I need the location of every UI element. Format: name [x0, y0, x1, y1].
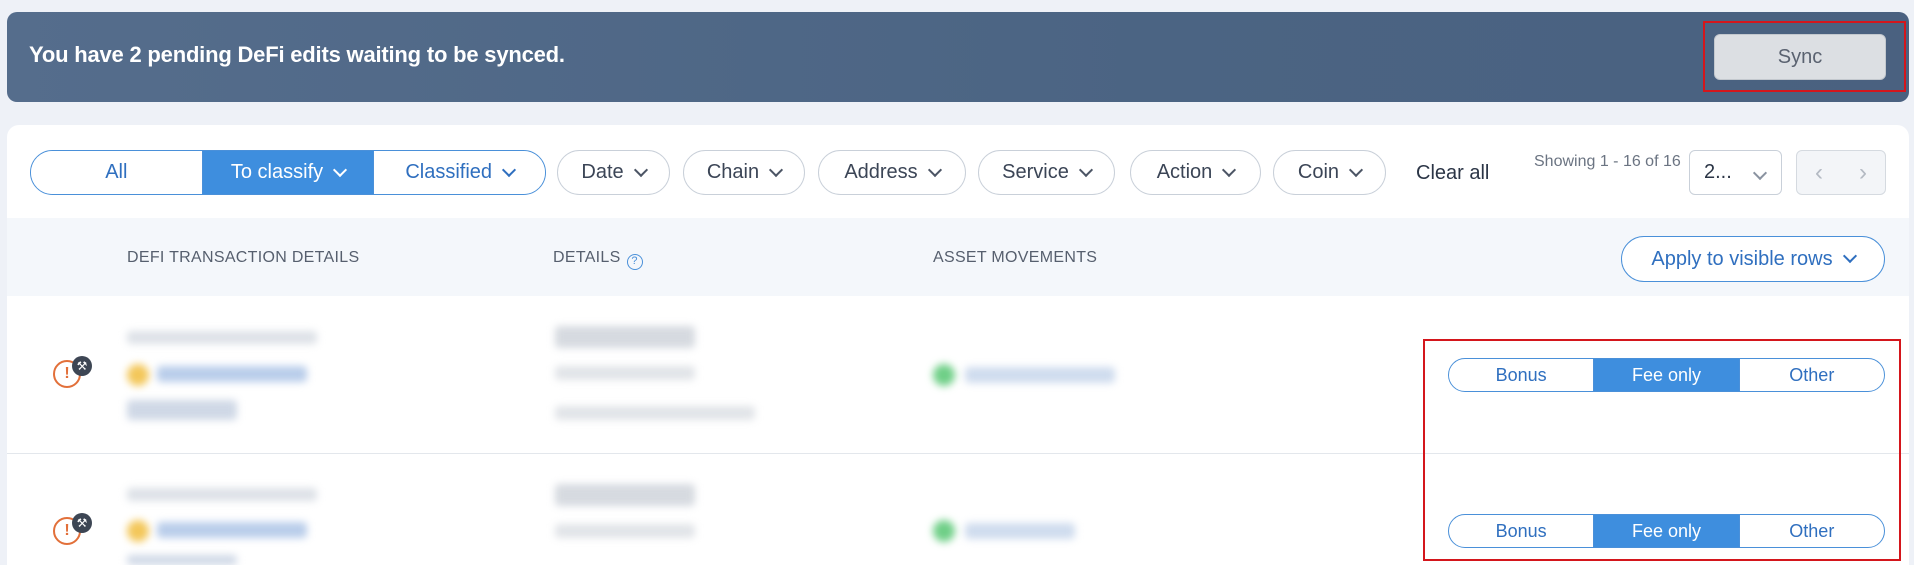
redacted-asset-icon: [933, 364, 955, 386]
redacted-address: [157, 366, 307, 382]
apply-to-visible-rows-button[interactable]: Apply to visible rows: [1621, 236, 1885, 282]
chevron-down-icon: [1222, 162, 1237, 177]
chevron-left-icon: ‹: [1815, 158, 1823, 186]
redacted-asset-amount: [965, 367, 1115, 383]
chevron-down-icon: [927, 162, 942, 177]
redacted-detail-1: [555, 326, 695, 348]
filter-address[interactable]: Address: [818, 150, 966, 195]
chevron-down-icon: [501, 162, 517, 177]
page-size-select[interactable]: 2...: [1689, 150, 1782, 195]
redacted-date: [127, 331, 317, 344]
next-page-button[interactable]: ›: [1841, 151, 1885, 194]
chevron-down-icon: [1078, 162, 1093, 177]
chevron-down-icon: [769, 162, 784, 177]
chevron-down-icon: [1752, 165, 1768, 181]
redacted-detail-3: [555, 406, 755, 420]
pending-edits-banner: You have 2 pending DeFi edits waiting to…: [7, 12, 1909, 102]
classification-segmented-control: All To classify Classified: [30, 150, 546, 195]
chevron-right-icon: ›: [1859, 158, 1867, 186]
prev-page-button[interactable]: ‹: [1797, 151, 1841, 194]
filter-coin[interactable]: Coin: [1273, 150, 1386, 195]
redacted-chain-icon: [127, 520, 149, 542]
segment-classified[interactable]: Classified: [374, 151, 545, 194]
redacted-detail-2: [555, 524, 695, 538]
clear-all-button[interactable]: Clear all: [1416, 162, 1489, 185]
filter-date[interactable]: Date: [557, 150, 670, 195]
classification-highlight-outline: [1423, 339, 1901, 561]
header-details: DETAILS?: [553, 249, 643, 270]
redacted-asset-amount: [965, 523, 1075, 539]
redacted-tag: [127, 400, 237, 420]
redacted-detail-2: [555, 366, 695, 380]
sync-button[interactable]: Sync: [1714, 34, 1886, 80]
pagination-controls: ‹ ›: [1796, 150, 1886, 195]
filter-chain[interactable]: Chain: [683, 150, 805, 195]
header-transaction-details: DEFI TRANSACTION DETAILS: [127, 249, 360, 266]
redacted-detail-1: [555, 484, 695, 506]
page-size-value: 2...: [1704, 161, 1732, 183]
chevron-down-icon: [633, 162, 648, 177]
pending-edits-message: You have 2 pending DeFi edits waiting to…: [29, 42, 565, 67]
redacted-date: [127, 488, 317, 501]
redacted-chain-icon: [127, 364, 149, 386]
pagination-summary: Showing 1 - 16 of 16: [1534, 153, 1681, 170]
chevron-down-icon: [1348, 162, 1364, 177]
chevron-down-icon: [1842, 248, 1857, 264]
header-asset-movements: ASSET MOVEMENTS: [933, 249, 1098, 266]
redacted-tag: [127, 555, 237, 565]
chevron-down-icon: [333, 162, 348, 177]
segment-to-classify[interactable]: To classify: [202, 151, 375, 194]
redacted-address: [157, 522, 307, 538]
redacted-asset-icon: [933, 520, 955, 542]
filter-action[interactable]: Action: [1130, 150, 1261, 195]
help-icon[interactable]: ?: [626, 254, 643, 270]
segment-all[interactable]: All: [31, 151, 203, 194]
tools-icon: ⚒: [72, 356, 92, 376]
tools-icon: ⚒: [72, 513, 92, 533]
filter-service[interactable]: Service: [978, 150, 1115, 195]
